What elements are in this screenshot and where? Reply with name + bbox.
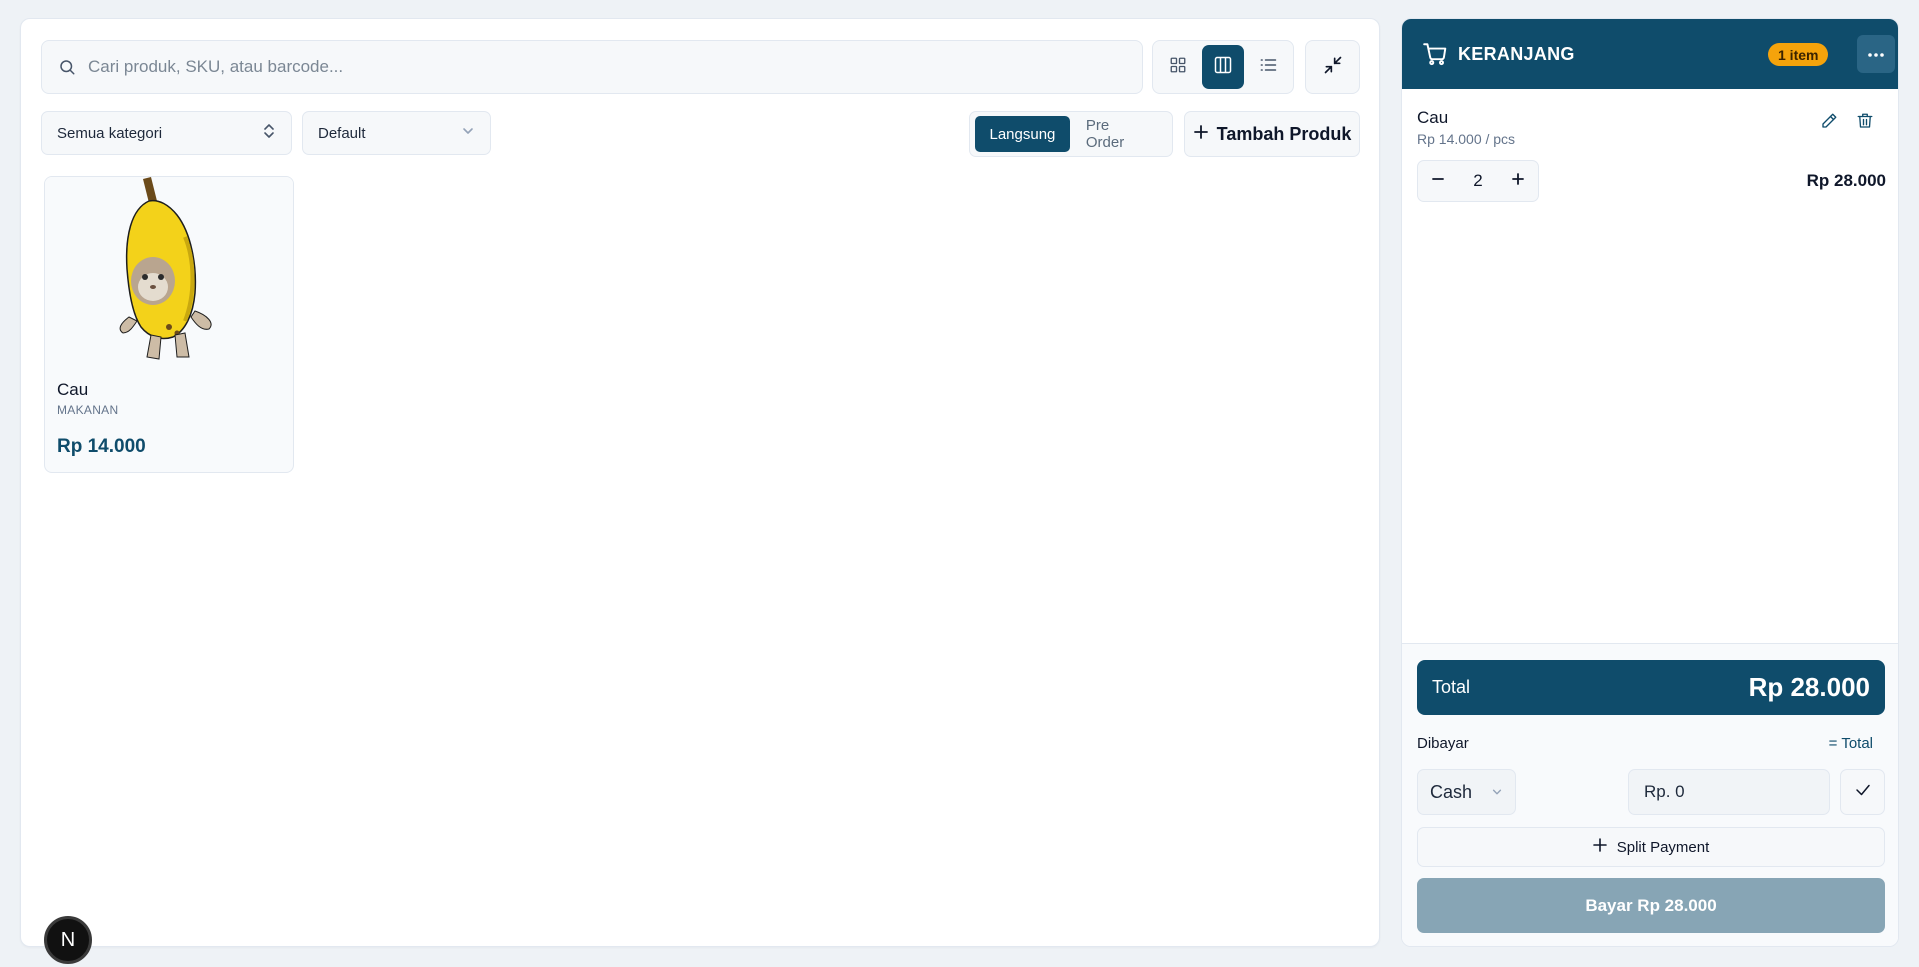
cart-panel: KERANJANG 1 item Cau Rp 14.000 / pcs 2 R… [1401, 18, 1899, 947]
product-card[interactable]: Cau MAKANAN Rp 14.000 [44, 176, 294, 473]
view-grid-large-button[interactable] [1201, 45, 1245, 89]
cart-more-button[interactable] [1857, 35, 1895, 73]
chevron-down-icon [461, 124, 475, 142]
search-bar[interactable] [41, 40, 1143, 94]
add-product-label: Tambah Produk [1216, 123, 1352, 144]
product-image [45, 177, 293, 365]
sort-select-value: Default [318, 124, 366, 142]
mode-preorder-button[interactable]: Pre Order [1070, 116, 1167, 152]
plus-icon [1511, 172, 1525, 191]
total-label: Total [1432, 677, 1471, 697]
add-product-button[interactable]: Tambah Produk [1184, 111, 1360, 157]
shopping-cart-icon [1421, 40, 1449, 68]
columns-icon [1213, 55, 1233, 80]
confirm-payment-button[interactable] [1840, 769, 1885, 815]
chevron-down-icon [1491, 782, 1503, 803]
trash-icon [1856, 112, 1874, 135]
payment-method-value: Cash [1430, 781, 1473, 802]
edit-item-button[interactable] [1817, 111, 1841, 135]
decrease-qty-button[interactable] [1426, 169, 1450, 193]
check-icon [1854, 781, 1872, 804]
chevrons-up-down-icon [262, 122, 276, 144]
search-input[interactable] [88, 57, 1142, 77]
cart-item-name: Cau [1417, 108, 1449, 127]
payment-section: Total Rp 28.000 Dibayar = Total Cash Rp.… [1402, 643, 1898, 946]
total-bar: Total Rp 28.000 [1417, 660, 1885, 715]
cart-item-line-total: Rp 28.000 [1806, 171, 1886, 190]
view-grid-small-button[interactable] [1157, 45, 1200, 89]
sort-select[interactable]: Default [302, 111, 491, 155]
category-select-value: Semua kategori [57, 124, 163, 142]
category-select[interactable]: Semua kategori [41, 111, 292, 155]
search-icon [56, 56, 78, 78]
product-panel: Semua kategori Default Langsung Pre Orde… [20, 18, 1380, 964]
quantity-stepper: 2 [1417, 160, 1539, 202]
paid-label: Dibayar [1417, 735, 1469, 752]
plus-icon [1592, 838, 1607, 856]
split-payment-label: Split Payment [1616, 838, 1710, 856]
pencil-icon [1820, 112, 1838, 135]
cart-item-unit-price: Rp 14.000 / pcs [1417, 131, 1516, 147]
minimize-icon [1323, 55, 1343, 80]
product-price: Rp 14.000 [57, 436, 146, 457]
more-horizontal-icon [1867, 45, 1885, 63]
increase-qty-button[interactable] [1506, 169, 1530, 193]
cart-header: KERANJANG 1 item [1402, 19, 1898, 89]
mode-langsung-button[interactable]: Langsung [975, 116, 1070, 152]
dev-tools-badge[interactable]: N [44, 916, 92, 964]
minus-icon [1431, 172, 1445, 191]
view-mode-toggle [1152, 40, 1294, 94]
paid-amount-input[interactable]: Rp. 0 [1628, 769, 1830, 815]
paid-amount-placeholder: Rp. 0 [1644, 782, 1685, 801]
collapse-button[interactable] [1305, 40, 1360, 94]
product-category: MAKANAN [57, 403, 119, 417]
grid-icon [1169, 56, 1187, 79]
delete-item-button[interactable] [1853, 111, 1877, 135]
cart-title: KERANJANG [1458, 43, 1575, 64]
sale-mode-toggle: Langsung Pre Order [969, 111, 1173, 157]
view-list-button[interactable] [1246, 45, 1289, 89]
cart-count-badge: 1 item [1768, 43, 1829, 66]
quantity-value[interactable]: 2 [1473, 171, 1482, 191]
pay-button[interactable]: Bayar Rp 28.000 [1417, 878, 1885, 933]
list-icon [1258, 55, 1278, 80]
product-name: Cau [57, 380, 89, 399]
plus-icon [1193, 124, 1209, 145]
set-equal-total-link[interactable]: = Total [1829, 735, 1873, 752]
split-payment-button[interactable]: Split Payment [1417, 827, 1885, 867]
payment-method-select[interactable]: Cash [1417, 769, 1516, 815]
total-value: Rp 28.000 [1748, 672, 1870, 702]
